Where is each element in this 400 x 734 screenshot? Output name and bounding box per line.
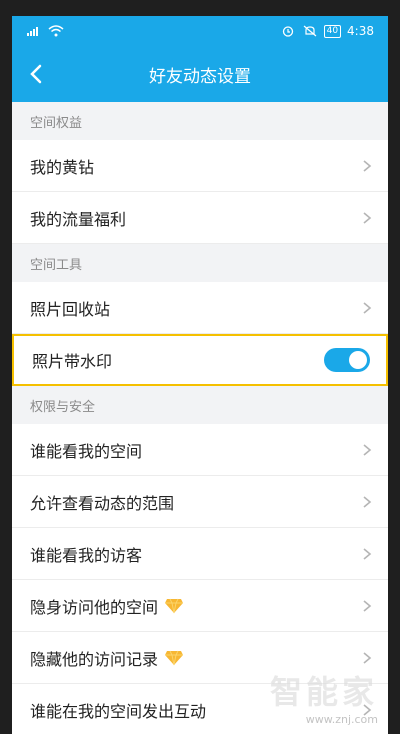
row-feed-visibility-range[interactable]: 允许查看动态的范围 [12, 476, 388, 528]
row-data-benefits[interactable]: 我的流量福利 [12, 192, 388, 244]
row-label: 隐藏他的访问记录 [30, 649, 159, 669]
chevron-right-icon [363, 495, 372, 508]
back-arrow-icon [30, 64, 42, 84]
battery-indicator: 40 [323, 24, 342, 38]
row-photo-watermark: 照片带水印 [12, 334, 388, 386]
row-label: 我的黄钻 [30, 157, 95, 177]
chevron-right-icon [363, 443, 372, 456]
back-button[interactable] [20, 58, 52, 90]
section-label-tools: 空间工具 [30, 257, 83, 273]
phone-screen: 40 4:38 好友动态设置 空间权益 我的黄钻 我的流量福利 空间工具 照片回… [12, 16, 388, 734]
row-photo-recycle-bin[interactable]: 照片回收站 [12, 282, 388, 334]
row-label: 谁能看我的访客 [30, 545, 143, 565]
diamond-icon [165, 650, 184, 665]
nav-header: 好友动态设置 [12, 46, 388, 102]
row-label-with-badge: 隐藏他的访问记录 [30, 646, 362, 670]
mute-icon [303, 25, 316, 37]
row-invisible-visit[interactable]: 隐身访问他的空间 [12, 580, 388, 632]
diamond-icon [165, 598, 184, 613]
row-label: 隐身访问他的空间 [30, 597, 159, 617]
status-time: 4:38 [347, 24, 374, 38]
toggle-knob [349, 351, 367, 369]
chevron-right-icon [363, 301, 372, 314]
row-label: 照片回收站 [30, 299, 111, 319]
section-label-privacy: 权限与安全 [30, 399, 96, 415]
wifi-icon [48, 25, 64, 37]
status-right: 40 4:38 [280, 24, 374, 38]
watermark-toggle[interactable] [324, 348, 370, 372]
row-yellow-diamond[interactable]: 我的黄钻 [12, 140, 388, 192]
signal-icon [27, 27, 38, 36]
row-label: 照片带水印 [32, 352, 113, 371]
chevron-right-icon [363, 651, 372, 664]
row-label: 我的流量福利 [30, 209, 127, 229]
row-label: 谁能看我的空间 [30, 441, 143, 461]
row-label: 允许查看动态的范围 [30, 493, 175, 513]
chevron-right-icon [363, 159, 372, 172]
status-bar: 40 4:38 [12, 16, 388, 46]
watermark-url: www.znj.com [305, 713, 378, 726]
row-label-with-badge: 隐身访问他的空间 [30, 594, 362, 618]
site-watermark: 智能家 www.znj.com [270, 667, 378, 726]
alarm-icon [282, 26, 293, 37]
row-who-can-see-space[interactable]: 谁能看我的空间 [12, 424, 388, 476]
section-label-rights: 空间权益 [30, 115, 83, 131]
status-left [26, 25, 64, 37]
page-title: 好友动态设置 [149, 66, 251, 87]
watermark-text: 智能家 [269, 673, 378, 711]
chevron-right-icon [363, 211, 372, 224]
chevron-right-icon [363, 547, 372, 560]
chevron-right-icon [363, 599, 372, 612]
row-who-can-see-visitors[interactable]: 谁能看我的访客 [12, 528, 388, 580]
